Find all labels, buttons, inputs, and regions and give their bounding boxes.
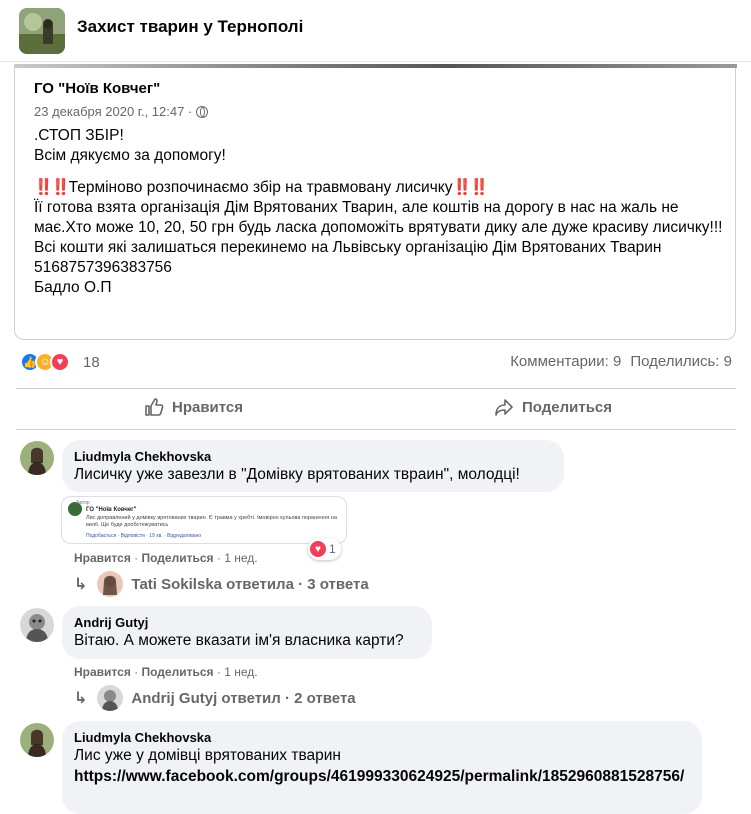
- heart-icon: ♥: [310, 541, 326, 557]
- post-card-holder: Бадло О.П: [34, 279, 112, 296]
- reply-arrow-icon: ↳: [74, 576, 88, 593]
- replies-toggle[interactable]: ↳ Andrij Gutyj ответил · 2 ответа: [74, 685, 356, 711]
- share-button[interactable]: Поделиться: [494, 397, 612, 417]
- comment-meta: Нравится · Поделиться · 1 нед.: [74, 551, 258, 565]
- comment-text: Лис уже у домівці врятованих тварин: [74, 747, 341, 764]
- comment-text: Вітаю. А можете вказати ім'я власника ка…: [74, 632, 404, 649]
- reactions-summary[interactable]: 👍 ☺ ♥ 18: [20, 350, 100, 374]
- group-avatar[interactable]: [19, 8, 65, 54]
- comments-count[interactable]: Комментарии: 9: [510, 353, 621, 370]
- avatar[interactable]: [20, 608, 54, 642]
- comment-like-link[interactable]: Нравится: [74, 665, 131, 679]
- comment-share-link[interactable]: Поделиться: [142, 665, 214, 679]
- comment-time[interactable]: 1 нед.: [224, 665, 257, 679]
- comment-meta: Нравится · Поделиться · 1 нед.: [74, 665, 258, 679]
- post-line-stop: .СТОП ЗБІР!: [34, 127, 124, 144]
- group-header: Захист тварин у Тернополі: [0, 0, 751, 62]
- comment-text: Лисичку уже завезли в "Домівку врятовани…: [74, 466, 520, 483]
- post-details: Її готова взята організація Дім Врятован…: [34, 199, 723, 256]
- avatar: [97, 685, 124, 711]
- comment-bubble: Liudmyla Chekhovska Лисичку уже завезли …: [62, 440, 564, 492]
- share-arrow-icon: [495, 399, 513, 416]
- comment-bubble: Liudmyla Chekhovska Лис уже у домівці вр…: [62, 721, 702, 814]
- comment-author[interactable]: Liudmyla Chekhovska: [74, 729, 690, 746]
- love-reaction-icon: ♥: [50, 352, 70, 372]
- avatar[interactable]: [20, 723, 54, 757]
- shared-post-author[interactable]: ГО "Ноїв Ковчег": [34, 80, 160, 97]
- post-urgent-paragraph: ‼️‼️Терміново розпочинаємо збір на травм…: [34, 178, 724, 198]
- comment-reaction-badge[interactable]: ♥ 1: [308, 538, 341, 560]
- replies-summary: Tati Sokilska ответила · 3 ответа: [131, 575, 369, 593]
- thumb-text: Лис доправлений у домівку врятованих тва…: [86, 515, 337, 528]
- comment-link[interactable]: https://www.facebook.com/groups/46199933…: [74, 766, 690, 787]
- shared-post-text: .СТОП ЗБІР! Всім дякуємо за допомогу! ‼️…: [34, 126, 724, 298]
- reaction-count[interactable]: 18: [83, 354, 100, 371]
- comment-time[interactable]: 1 нед.: [224, 551, 257, 565]
- comment-like-link[interactable]: Нравится: [74, 551, 131, 565]
- shares-count[interactable]: Поделились: 9: [630, 353, 732, 370]
- comment-share-link[interactable]: Поделиться: [142, 551, 214, 565]
- globe-icon: [196, 105, 209, 118]
- thumb-author: ГО "Ноїв Ковчег": [86, 507, 137, 513]
- post-actions-bar: Нравится Поделиться: [16, 388, 736, 430]
- double-exclamation-icon: ‼️‼️: [34, 179, 71, 196]
- comment-bubble: Andrij Gutyj Вітаю. А можете вказати ім'…: [62, 606, 432, 659]
- double-exclamation-icon: ‼️‼️: [452, 179, 490, 196]
- thumb-footer: Подобається · Відповісти · 19 хв. · Відр…: [86, 533, 202, 539]
- shared-image-edge: [15, 64, 737, 68]
- post-line-thanks: Всім дякуємо за допомогу!: [34, 147, 226, 164]
- replies-toggle[interactable]: ↳ Tati Sokilska ответила · 3 ответа: [74, 571, 369, 597]
- share-button-label: Поделиться: [522, 398, 613, 416]
- replies-summary: Andrij Gutyj ответил · 2 ответа: [131, 689, 356, 707]
- reply-arrow-icon: ↳: [74, 690, 88, 707]
- comment-attached-image[interactable]: Автор ГО "Ноїв Ковчег" Лис доправлений у…: [61, 496, 347, 544]
- avatar[interactable]: [20, 441, 54, 475]
- avatar: [97, 571, 124, 597]
- comment-author[interactable]: Andrij Gutyj: [74, 614, 420, 631]
- thumb-label: Автор: [76, 500, 90, 506]
- shared-post-date: 23 декабря 2020 г., 12:47 ·: [34, 104, 209, 119]
- group-title[interactable]: Захист тварин у Тернополі: [77, 17, 303, 37]
- shared-post: ГО "Ноїв Ковчег" 23 декабря 2020 г., 12:…: [14, 64, 737, 340]
- comment-author[interactable]: Liudmyla Chekhovska: [74, 448, 552, 465]
- post-stats: Комментарии: 9 Поделились: 9: [510, 353, 732, 370]
- post-urgent-text: Терміново розпочинаємо збір на травмован…: [68, 179, 453, 196]
- like-button[interactable]: Нравится: [144, 397, 243, 417]
- shared-post-date-text[interactable]: 23 декабря 2020 г., 12:47 ·: [34, 104, 192, 119]
- like-button-label: Нравится: [172, 398, 244, 416]
- thumbs-up-icon: [145, 398, 164, 416]
- post-card-number: 5168757396383756: [34, 259, 172, 276]
- comment-reaction-count: 1: [329, 542, 336, 556]
